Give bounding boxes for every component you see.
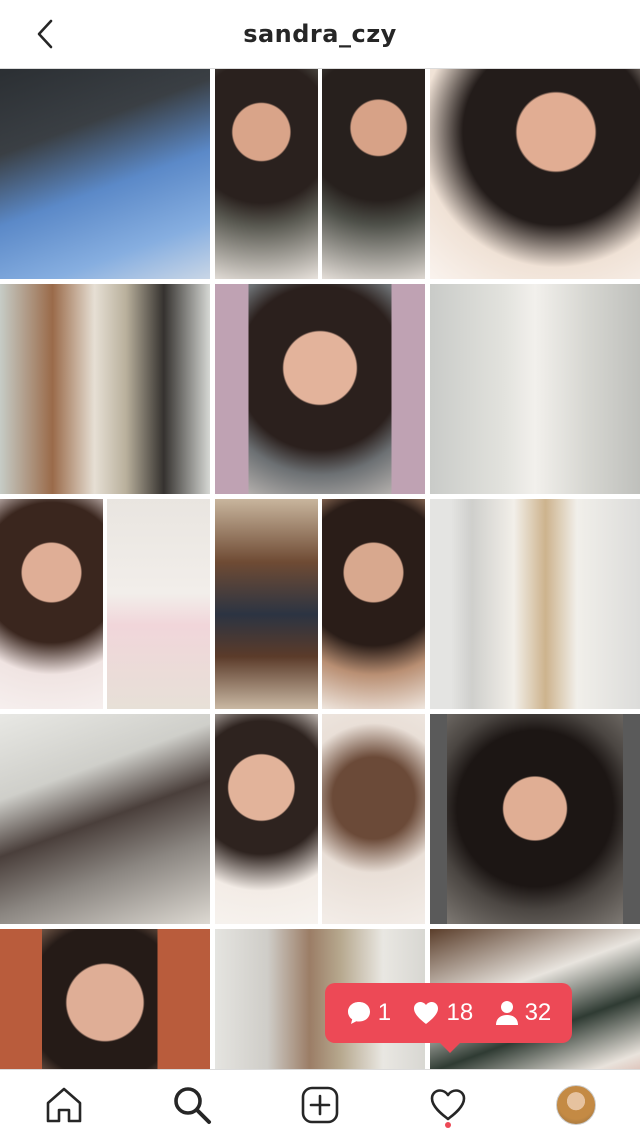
back-button[interactable] <box>30 17 60 51</box>
activity-heart-icon <box>430 1088 466 1120</box>
post-image <box>215 284 425 494</box>
top-bar: sandra_czy <box>0 0 640 69</box>
heart-icon <box>414 1002 439 1024</box>
person-icon <box>495 1001 518 1025</box>
home-icon <box>46 1087 82 1122</box>
post-thumbnail[interactable] <box>0 69 210 279</box>
followers-count: 32 <box>495 999 552 1027</box>
posts-grid <box>0 69 640 1069</box>
post-thumbnail[interactable] <box>0 929 210 1069</box>
tab-profile[interactable] <box>551 1080 601 1130</box>
tab-activity[interactable] <box>423 1080 473 1130</box>
post-image <box>430 69 640 279</box>
post-image <box>0 929 210 1069</box>
followers-count-value: 32 <box>524 999 552 1026</box>
search-icon <box>174 1086 211 1124</box>
comments-count-value: 1 <box>377 999 392 1026</box>
post-image <box>0 499 210 709</box>
comment-icon <box>347 1002 370 1024</box>
post-thumbnail[interactable] <box>215 714 425 924</box>
profile-username-title: sandra_czy <box>243 20 397 48</box>
activity-notification-bubble[interactable]: 1 18 32 <box>325 983 572 1053</box>
activity-indicator-dot <box>445 1121 451 1128</box>
comments-count: 1 <box>346 999 391 1027</box>
post-image <box>430 284 640 494</box>
post-thumbnail[interactable] <box>430 714 640 924</box>
post-image <box>215 714 425 924</box>
post-thumbnail[interactable] <box>0 284 210 494</box>
post-thumbnail[interactable] <box>430 284 640 494</box>
post-thumbnail[interactable] <box>215 499 425 709</box>
post-thumbnail[interactable] <box>430 499 640 709</box>
post-thumbnail[interactable] <box>0 499 210 709</box>
tab-home[interactable] <box>39 1080 89 1130</box>
add-post-icon <box>301 1086 339 1123</box>
likes-count: 18 <box>412 999 473 1027</box>
tab-new-post[interactable] <box>295 1080 345 1130</box>
post-image <box>430 499 640 709</box>
post-image <box>215 69 425 279</box>
chevron-left-icon <box>37 19 53 49</box>
post-thumbnail[interactable] <box>215 69 425 279</box>
post-image <box>0 284 210 494</box>
post-thumbnail[interactable] <box>215 284 425 494</box>
post-thumbnail[interactable] <box>0 714 210 924</box>
post-image <box>430 714 640 924</box>
post-image <box>0 714 210 924</box>
bottom-tab-bar <box>0 1069 640 1139</box>
profile-avatar <box>556 1084 596 1125</box>
likes-count-value: 18 <box>446 999 474 1026</box>
post-image <box>0 69 210 279</box>
post-image <box>215 499 425 709</box>
post-thumbnail[interactable] <box>430 69 640 279</box>
tab-search[interactable] <box>167 1080 217 1130</box>
